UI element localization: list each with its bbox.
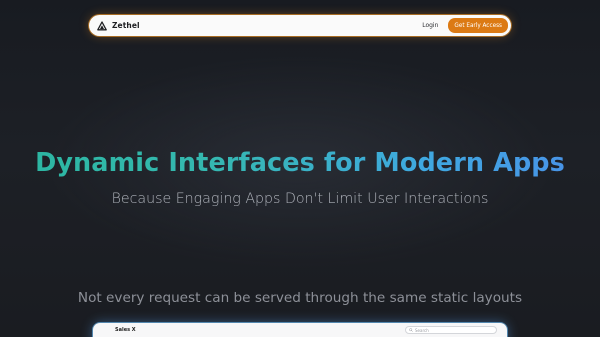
preview-app-title: Sales X xyxy=(115,327,136,333)
search-icon xyxy=(409,328,413,332)
login-link[interactable]: Login xyxy=(422,22,438,29)
triangle-logo-icon xyxy=(97,20,107,30)
brand-name: Zethel xyxy=(112,21,140,30)
app-preview-window: Sales X Search xyxy=(93,323,507,337)
preview-search-input[interactable]: Search xyxy=(405,326,497,334)
get-early-access-button[interactable]: Get Early Access xyxy=(448,18,508,33)
preview-search-placeholder: Search xyxy=(415,327,429,333)
top-navbar: Zethel Login Get Early Access xyxy=(89,15,511,36)
hero-subtitle: Because Engaging Apps Don't Limit User I… xyxy=(111,191,489,207)
brand[interactable]: Zethel xyxy=(97,20,140,31)
section-intro-text: Not every request can be served through … xyxy=(77,290,523,306)
nav-actions: Login Get Early Access xyxy=(422,18,508,33)
preview-toolbar: Sales X Search xyxy=(101,323,499,337)
hero-title: Dynamic Interfaces for Modern Apps xyxy=(0,148,600,178)
